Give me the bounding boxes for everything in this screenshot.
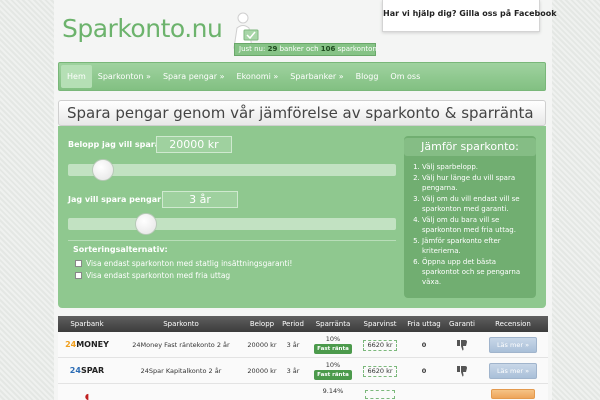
amount-cell: 20000 kr	[247, 341, 277, 349]
read-more-button[interactable]: Läs mer »	[488, 337, 538, 353]
compare-steps-box: Jämför sparkonto: Välj sparbelopp. Välj …	[404, 136, 536, 298]
rate-cell: 10% Fast ränta	[308, 358, 358, 383]
compare-step: Välj sparbelopp.	[422, 162, 534, 172]
years-slider-track[interactable]	[68, 218, 396, 230]
col-header-guarantee[interactable]: Garanti	[446, 316, 478, 332]
col-header-win[interactable]: Sparvinst	[358, 316, 402, 332]
table-row: 24MONEY 24Money Fast räntekonto 2 år 200…	[58, 332, 548, 358]
nav-item-sparbanker[interactable]: Sparbanker »	[284, 65, 349, 88]
withdrawals-cell	[402, 384, 446, 400]
account-name	[116, 384, 246, 400]
read-more-button[interactable]: Läs mer »	[488, 363, 538, 379]
sort-option-free-withdrawals[interactable]: Visa endast sparkonton med fria uttag	[75, 271, 230, 280]
nav-item-om-oss[interactable]: Om oss	[384, 65, 426, 88]
sort-option-guarantee-label: Visa endast sparkonton med statlig insät…	[86, 259, 293, 268]
bank-logo[interactable]: 24SPAR	[70, 366, 104, 375]
amount-label: Belopp jag vill spara:	[68, 140, 164, 149]
thumb-down-icon	[457, 366, 467, 377]
rate-cell: 9.14%	[322, 387, 344, 395]
read-more-button[interactable]	[491, 389, 535, 399]
period-cell: 3 år	[286, 367, 300, 375]
table-row: 24SPAR 24Spar Kapitalkonto 2 år 20000 kr…	[58, 358, 548, 384]
results-table: Sparbank Sparkonto Belopp Period Sparrän…	[58, 316, 548, 400]
col-header-withdrawals[interactable]: Fria uttag	[402, 316, 446, 332]
rate-cell: 10% Fast ränta	[308, 332, 358, 357]
amount-cell	[246, 384, 278, 400]
period-cell	[278, 384, 308, 400]
nav-item-sparkonton[interactable]: Sparkonton »	[92, 65, 157, 88]
compare-step: Välj hur länge du vill spara pengarna.	[422, 173, 534, 193]
sort-options: Sorteringsalternativ: Visa endast sparko…	[68, 240, 396, 284]
compare-step: Öppna upp det bästa sparkontot och se pe…	[422, 257, 534, 287]
win-cell	[365, 390, 395, 399]
col-header-amount[interactable]: Belopp	[246, 316, 278, 332]
sort-title: Sorteringsalternativ:	[73, 245, 168, 254]
fixed-rate-badge: Fast ränta	[314, 344, 352, 354]
main-nav: Hem Sparkonton » Spara pengar » Ekonomi …	[58, 62, 546, 91]
win-cell: 6620 kr	[363, 340, 397, 351]
withdrawals-cell: 0	[421, 341, 427, 349]
nav-item-home[interactable]: Hem	[61, 65, 92, 88]
compare-steps-list: Välj sparbelopp. Välj hur länge du vill …	[410, 162, 534, 288]
sort-option-guarantee[interactable]: Visa endast sparkonton med statlig insät…	[75, 259, 292, 268]
site-tagline: Just nu: 29 banker och 106 sparkonton.	[234, 43, 379, 56]
nav-item-spara-pengar[interactable]: Spara pengar »	[157, 65, 231, 88]
hero-title: Spara pengar genom vår jämförelse av spa…	[58, 100, 546, 126]
account-name: 24Money Fast räntekonto 2 år	[132, 341, 230, 349]
thumb-down-icon	[457, 340, 467, 351]
compare-step: Välj om du bara vill se sparkonton med f…	[422, 215, 534, 235]
col-header-period[interactable]: Period	[278, 316, 308, 332]
col-header-bank[interactable]: Sparbank	[58, 316, 116, 332]
table-row: ◖ 9.14%	[58, 384, 548, 400]
amount-cell: 20000 kr	[247, 367, 277, 375]
sort-option-free-withdrawals-label: Visa endast sparkonton med fria uttag	[86, 271, 231, 280]
fixed-rate-badge: Fast ränta	[314, 370, 352, 380]
col-header-rate[interactable]: Sparränta	[308, 316, 358, 332]
col-header-review[interactable]: Recension	[478, 316, 548, 332]
table-header: Sparbank Sparkonto Belopp Period Sparrän…	[58, 316, 548, 332]
period-cell: 3 år	[286, 341, 300, 349]
compare-step: Jämför sparkonto efter kriterierna.	[422, 236, 534, 256]
nav-item-blogg[interactable]: Blogg	[350, 65, 385, 88]
bank-logo[interactable]: ◖	[85, 392, 89, 400]
facebook-like-box[interactable]: Har vi hjälp dig? Gilla oss på Facebook	[382, 0, 557, 32]
bank-logo[interactable]: 24MONEY	[65, 340, 109, 349]
years-value[interactable]: 3 år	[162, 191, 238, 208]
amount-slider-track[interactable]	[68, 164, 396, 176]
guarantee-checkbox[interactable]	[75, 260, 82, 267]
win-cell: 6620 kr	[363, 366, 397, 377]
years-label: Jag vill spara pengar i:	[68, 195, 170, 204]
withdrawals-cell: 0	[421, 367, 427, 375]
compare-step: Välj om du vill endast vill se sparkonto…	[422, 194, 534, 214]
col-header-account[interactable]: Sparkonto	[116, 316, 246, 332]
account-name: 24Spar Kapitalkonto 2 år	[140, 367, 222, 375]
free-withdrawals-checkbox[interactable]	[75, 272, 82, 279]
nav-item-ekonomi[interactable]: Ekonomi »	[231, 65, 285, 88]
site-logo[interactable]: Sparkonto.nu	[62, 14, 223, 43]
amount-value[interactable]: 20000 kr	[156, 136, 232, 153]
compare-title: Jämför sparkonto:	[404, 138, 536, 156]
